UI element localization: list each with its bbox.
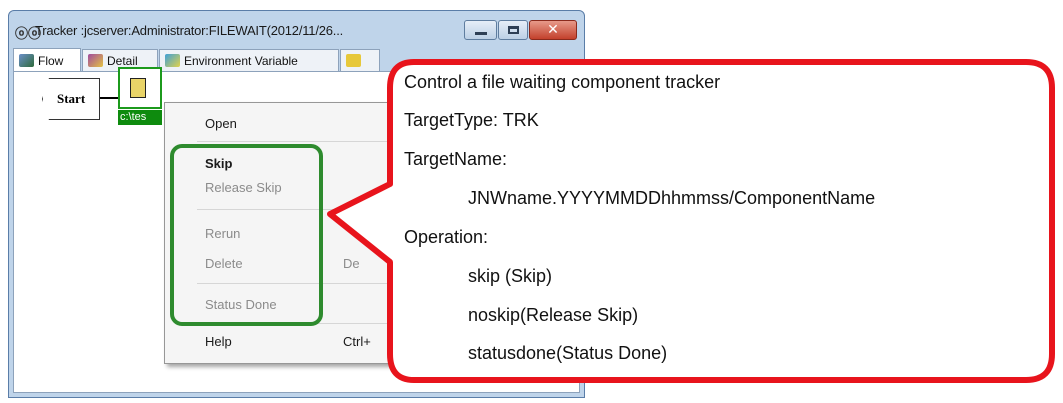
callout-target-name-label: TargetName: [404, 149, 508, 169]
callout-operation-label: Operation: [404, 227, 489, 247]
callout-target-name-value: JNWname.YYYYMMDDhhmmss/ComponentName [468, 188, 876, 208]
callout-operation-skip: skip (Skip) [468, 266, 553, 286]
callout-operation-statusdone: statusdone(Status Done) [468, 343, 668, 363]
callout-target-type: TargetType: TRK [404, 110, 539, 130]
callout-operation-noskip: noskip(Release Skip) [468, 305, 639, 325]
callout-heading: Control a file waiting component tracker [404, 72, 721, 92]
